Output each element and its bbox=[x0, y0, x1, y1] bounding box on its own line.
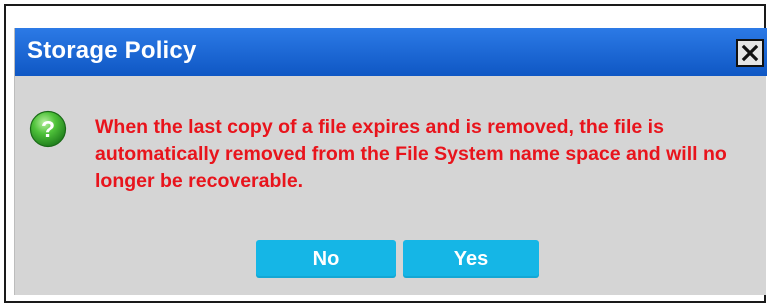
question-icon: ? bbox=[29, 110, 67, 148]
svg-text:?: ? bbox=[41, 116, 55, 142]
dialog-titlebar: Storage Policy bbox=[15, 28, 767, 76]
no-button-label: No bbox=[312, 247, 340, 270]
storage-policy-dialog: Storage Policy ? When the last copy of a… bbox=[14, 28, 767, 295]
yes-button[interactable]: Yes bbox=[403, 240, 539, 278]
close-icon bbox=[741, 44, 759, 62]
no-button[interactable]: No bbox=[256, 240, 396, 278]
dialog-message: When the last copy of a file expires and… bbox=[95, 116, 727, 192]
yes-button-label: Yes bbox=[453, 247, 489, 270]
close-button[interactable] bbox=[736, 39, 764, 67]
dialog-title: Storage Policy bbox=[27, 37, 197, 64]
